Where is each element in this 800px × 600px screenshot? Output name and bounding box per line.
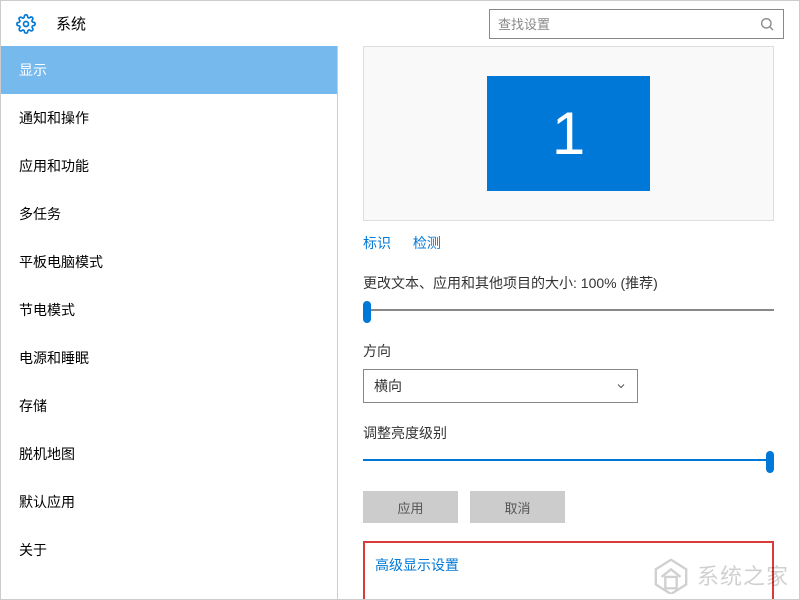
search-icon [759,16,775,32]
chevron-down-icon [615,380,627,392]
brightness-label: 调整亮度级别 [363,423,774,443]
scaling-slider[interactable] [363,301,774,321]
search-input[interactable]: 查找设置 [489,9,784,39]
monitor-preview: 1 [363,46,774,221]
page-title: 系统 [56,13,86,34]
advanced-display-link[interactable]: 高级显示设置 [375,557,459,573]
sidebar-item-7[interactable]: 存储 [1,382,337,430]
sidebar: 显示通知和操作应用和功能多任务平板电脑模式节电模式电源和睡眠存储脱机地图默认应用… [1,46,338,599]
main-panel: 1 标识 检测 更改文本、应用和其他项目的大小: 100% (推荐) 方向 横向… [338,46,799,599]
search-placeholder: 查找设置 [498,14,759,33]
sidebar-item-9[interactable]: 默认应用 [1,478,337,526]
orientation-select[interactable]: 横向 [363,369,638,403]
sidebar-item-3[interactable]: 多任务 [1,190,337,238]
monitor-1[interactable]: 1 [487,76,650,191]
sidebar-item-0[interactable]: 显示 [1,46,337,94]
sidebar-item-5[interactable]: 节电模式 [1,286,337,334]
sidebar-item-6[interactable]: 电源和睡眠 [1,334,337,382]
sidebar-item-8[interactable]: 脱机地图 [1,430,337,478]
scaling-label: 更改文本、应用和其他项目的大小: 100% (推荐) [363,273,774,293]
apply-button[interactable]: 应用 [363,491,458,523]
sidebar-item-4[interactable]: 平板电脑模式 [1,238,337,286]
detect-link[interactable]: 检测 [413,235,441,251]
sidebar-item-1[interactable]: 通知和操作 [1,94,337,142]
identify-link[interactable]: 标识 [363,235,391,251]
orientation-value: 横向 [374,376,615,396]
cancel-button[interactable]: 取消 [470,491,565,523]
orientation-label: 方向 [363,341,774,361]
gear-icon [16,14,36,34]
brightness-slider[interactable] [363,451,774,471]
highlighted-box: 高级显示设置 [363,541,774,599]
sidebar-item-10[interactable]: 关于 [1,526,337,574]
sidebar-item-2[interactable]: 应用和功能 [1,142,337,190]
